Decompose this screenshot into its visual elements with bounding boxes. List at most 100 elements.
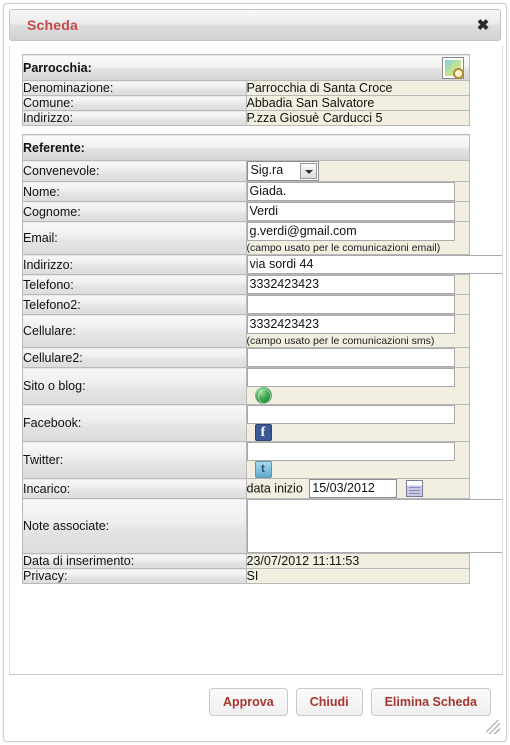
table-row: Email: g.verdi@gmail.com (campo usato pe…	[22, 221, 470, 255]
photo-search-icon[interactable]	[442, 57, 464, 79]
footer-button-row: Approva Chiudi Elimina Scheda	[209, 688, 491, 716]
approve-button[interactable]: Approva	[209, 688, 288, 716]
cell-cognome: Verdi	[245, 201, 470, 222]
cell-telefono2	[245, 294, 470, 315]
label-twitter: Twitter:	[22, 441, 247, 479]
globe-icon-slot	[254, 387, 272, 404]
label-indirizzo: Indirizzo:	[22, 254, 247, 275]
sito-input[interactable]	[246, 368, 455, 387]
delete-record-button[interactable]: Elimina Scheda	[370, 688, 491, 716]
cell-convenevole: Sig.ra	[245, 160, 470, 182]
table-row: Cellulare2:	[22, 347, 470, 368]
value-privacy: SI	[245, 568, 470, 584]
dialog-title: Scheda	[27, 17, 78, 33]
parrocchia-table: Parrocchia: Denominazione: Parrocchia di…	[22, 54, 470, 126]
value-denominazione: Parrocchia di Santa Croce	[245, 80, 470, 96]
table-row: Sito o blog:	[22, 367, 470, 405]
section-title-referente: Referente:	[22, 134, 470, 161]
label-note: Note associate:	[22, 498, 247, 554]
cell-incarico: data inizio 15/03/2012	[245, 478, 470, 499]
value-indirizzo-parrocchia: P.zza Giosuè Carducci 5	[245, 110, 470, 126]
cellulare2-input[interactable]	[246, 348, 455, 367]
cell-twitter: t	[245, 441, 470, 479]
scheda-dialog: Scheda ✖ Parrocchia: Denominazione: Parr…	[3, 3, 507, 742]
referente-table: Referente: Convenevole: Sig.ra Nome: Gia…	[22, 134, 502, 584]
cell-indirizzo: via sordi 44	[245, 254, 502, 275]
label-privacy: Privacy:	[22, 568, 247, 584]
nome-input[interactable]: Giada.	[246, 182, 455, 201]
close-icon[interactable]: ✖	[473, 16, 493, 36]
twitter-icon-slot: t	[254, 461, 272, 478]
dialog-body: Parrocchia: Denominazione: Parrocchia di…	[9, 46, 503, 675]
close-button[interactable]: Chiudi	[295, 688, 363, 716]
dialog-titlebar[interactable]: Scheda ✖	[9, 9, 501, 41]
label-convenevole: Convenevole:	[22, 160, 247, 182]
facebook-input[interactable]	[246, 405, 455, 424]
note-textarea[interactable]	[246, 499, 502, 553]
convenevole-selected-value: Sig.ra	[250, 163, 284, 177]
cell-note	[245, 498, 502, 554]
label-indirizzo-parrocchia: Indirizzo:	[22, 110, 247, 126]
chevron-down-icon[interactable]	[299, 163, 317, 179]
table-row: Telefono: 3332423423	[22, 274, 470, 295]
twitter-input[interactable]	[246, 442, 455, 461]
globe-icon[interactable]	[254, 387, 272, 404]
label-data-inserimento: Data di inserimento:	[22, 553, 247, 569]
incarico-date-prefix: data inizio	[246, 481, 303, 496]
table-row: Cognome: Verdi	[22, 201, 470, 222]
facebook-icon[interactable]: f	[254, 424, 272, 441]
cellulare-hint: (campo usato per le comunicazioni sms)	[246, 335, 435, 347]
table-row: Indirizzo: P.zza Giosuè Carducci 5	[22, 110, 470, 126]
table-row: Cellulare: 3332423423 (campo usato per l…	[22, 314, 470, 348]
table-row: Denominazione: Parrocchia di Santa Croce	[22, 80, 470, 96]
table-row: Nome: Giada.	[22, 181, 470, 202]
dialog-footer: Approva Chiudi Elimina Scheda	[9, 674, 503, 736]
label-incarico: Incarico:	[22, 478, 247, 499]
label-telefono: Telefono:	[22, 274, 247, 295]
label-cellulare: Cellulare:	[22, 314, 247, 348]
resize-handle[interactable]	[486, 720, 500, 734]
label-cellulare2: Cellulare2:	[22, 347, 247, 368]
section-title-parrocchia: Parrocchia:	[23, 60, 92, 75]
value-comune: Abbadia San Salvatore	[245, 95, 470, 111]
twitter-icon[interactable]: t	[254, 461, 272, 478]
label-telefono2: Telefono2:	[22, 294, 247, 315]
value-data-inserimento: 23/07/2012 11:11:53	[245, 553, 470, 569]
email-hint: (campo usato per le comunicazioni email)	[246, 242, 441, 254]
cell-nome: Giada.	[245, 181, 470, 202]
table-row: Convenevole: Sig.ra	[22, 160, 470, 182]
section-header-parrocchia: Parrocchia:	[22, 54, 470, 81]
label-sito: Sito o blog:	[22, 367, 247, 405]
table-row: Note associate:	[22, 498, 502, 554]
label-email: Email:	[22, 221, 247, 255]
label-nome: Nome:	[22, 181, 247, 202]
convenevole-select[interactable]: Sig.ra	[246, 161, 319, 181]
telefono-input[interactable]: 3332423423	[246, 275, 455, 294]
label-facebook: Facebook:	[22, 404, 247, 442]
cell-sito	[245, 367, 470, 405]
cell-facebook: f	[245, 404, 470, 442]
incarico-date-input[interactable]: 15/03/2012	[309, 479, 398, 498]
telefono2-input[interactable]	[246, 295, 455, 314]
cell-telefono: 3332423423	[245, 274, 470, 295]
table-row: Comune: Abbadia San Salvatore	[22, 95, 470, 111]
cell-cellulare2	[245, 347, 470, 368]
cell-cellulare: 3332423423 (campo usato per le comunicaz…	[245, 314, 470, 348]
table-row: Incarico: data inizio 15/03/2012	[22, 478, 470, 499]
section-header-referente: Referente:	[22, 134, 470, 161]
label-cognome: Cognome:	[22, 201, 247, 222]
cognome-input[interactable]: Verdi	[246, 202, 455, 221]
calendar-icon[interactable]	[405, 480, 423, 497]
email-input[interactable]: g.verdi@gmail.com	[246, 222, 455, 241]
table-row: Indirizzo: via sordi 44	[22, 254, 502, 275]
table-row: Data di inserimento: 23/07/2012 11:11:53	[22, 553, 470, 569]
cell-email: g.verdi@gmail.com (campo usato per le co…	[245, 221, 470, 255]
table-row: Twitter: t	[22, 441, 470, 479]
label-comune: Comune:	[22, 95, 247, 111]
cellulare-input[interactable]: 3332423423	[246, 315, 455, 334]
table-row: Telefono2:	[22, 294, 470, 315]
facebook-icon-slot: f	[254, 424, 272, 441]
label-denominazione: Denominazione:	[22, 80, 247, 96]
indirizzo-input[interactable]: via sordi 44	[246, 255, 502, 274]
table-row: Facebook: f	[22, 404, 470, 442]
